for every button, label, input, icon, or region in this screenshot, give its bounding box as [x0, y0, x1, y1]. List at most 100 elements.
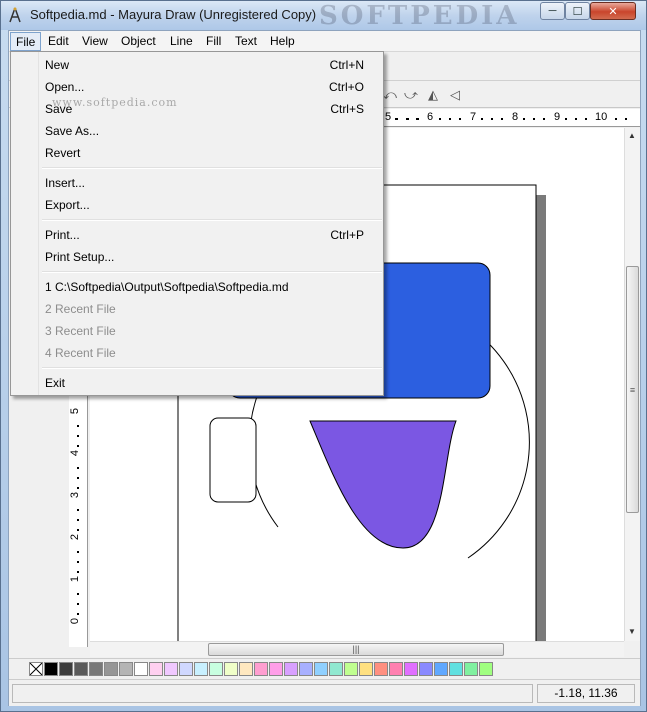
color-swatch[interactable] — [299, 662, 313, 676]
menu-item-label: Insert... — [45, 176, 86, 190]
menu-item-exit[interactable]: Exit — [13, 372, 381, 394]
menu-view[interactable]: View — [77, 32, 113, 51]
color-swatch[interactable] — [104, 662, 118, 676]
color-swatch[interactable] — [404, 662, 418, 676]
color-swatch[interactable] — [434, 662, 448, 676]
menu-help[interactable]: Help — [265, 32, 300, 51]
color-swatch[interactable] — [314, 662, 328, 676]
menu-edit[interactable]: Edit — [43, 32, 74, 51]
menu-item-label: Exit — [45, 376, 66, 390]
menu-item-label: 2 Recent File — [45, 302, 116, 316]
menu-object[interactable]: Object — [116, 32, 161, 51]
menu-separator — [42, 167, 382, 169]
ruler-label: 6 — [426, 111, 435, 123]
no-color-swatch[interactable] — [29, 662, 43, 676]
menu-item-shortcut: Ctrl+S — [330, 102, 364, 116]
color-swatch[interactable] — [344, 662, 358, 676]
menu-item-recent-4: 4 Recent File — [13, 342, 381, 364]
color-swatch[interactable] — [209, 662, 223, 676]
color-swatch[interactable] — [269, 662, 283, 676]
horizontal-scroll-thumb[interactable]: ||| — [208, 643, 504, 656]
compass-app-icon — [9, 7, 21, 23]
color-swatch[interactable] — [224, 662, 238, 676]
color-swatch[interactable] — [74, 662, 88, 676]
menu-item-open[interactable]: Open... Ctrl+O — [13, 76, 381, 98]
menu-item-insert[interactable]: Insert... — [13, 172, 381, 194]
menu-item-label: 1 C:\Softpedia\Output\Softpedia\Softpedi… — [45, 280, 289, 294]
rounded-rect-shape[interactable] — [209, 417, 257, 503]
menu-item-recent-1[interactable]: 1 C:\Softpedia\Output\Softpedia\Softpedi… — [13, 276, 381, 298]
menu-bar: File Edit View Object Line Fill Text Hel… — [9, 31, 640, 52]
menu-item-shortcut: Ctrl+O — [328, 80, 364, 94]
color-swatch[interactable] — [164, 662, 178, 676]
color-swatch[interactable] — [239, 662, 253, 676]
color-swatch[interactable] — [374, 662, 388, 676]
cursor-coordinates: -1.18, 11.36 — [537, 684, 635, 703]
color-swatch[interactable] — [44, 662, 58, 676]
watermark-text: SOFTPEDIA — [319, 1, 520, 31]
menu-item-revert[interactable]: Revert — [13, 142, 381, 164]
menu-item-label: Print... — [45, 228, 80, 242]
menu-item-label: Print Setup... — [45, 250, 115, 264]
window-title: Softpedia.md - Mayura Draw (Unregistered… — [30, 7, 317, 22]
color-swatch[interactable] — [479, 662, 493, 676]
minimize-button[interactable]: ─ — [540, 2, 565, 20]
title-bar[interactable]: Softpedia.md - Mayura Draw (Unregistered… — [1, 1, 646, 31]
menu-item-new[interactable]: New Ctrl+N — [13, 54, 381, 76]
vertical-scroll-thumb[interactable]: ≡ — [626, 266, 639, 513]
menu-file[interactable]: File — [10, 32, 42, 51]
scroll-down-icon[interactable]: ▼ — [628, 627, 636, 636]
menu-line[interactable]: Line — [165, 32, 198, 51]
menu-item-label: 4 Recent File — [45, 346, 116, 360]
menu-item-label: Revert — [45, 146, 81, 160]
color-swatch[interactable] — [359, 662, 373, 676]
rotate-right-icon[interactable]: ⤻ — [402, 87, 420, 103]
color-swatch[interactable] — [284, 662, 298, 676]
menu-item-print-setup[interactable]: Print Setup... — [13, 246, 381, 268]
ruler-label: 9 — [553, 111, 562, 123]
ruler-label: 5 — [69, 407, 82, 415]
menu-item-label: New — [45, 58, 70, 72]
color-swatch[interactable] — [389, 662, 403, 676]
menu-separator — [42, 367, 382, 369]
ruler-label: 4 — [69, 449, 82, 457]
flip-horizontal-icon[interactable]: ◭ — [424, 87, 442, 103]
color-swatch[interactable] — [419, 662, 433, 676]
menu-item-save-as[interactable]: Save As... — [13, 120, 381, 142]
menu-item-print[interactable]: Print... Ctrl+P — [13, 224, 381, 246]
color-swatch[interactable] — [329, 662, 343, 676]
color-swatch[interactable] — [134, 662, 148, 676]
app-window: Softpedia.md - Mayura Draw (Unregistered… — [0, 0, 647, 712]
close-button[interactable]: ✕ — [590, 2, 636, 20]
vertical-scrollbar[interactable]: ▲ ≡ ▼ — [624, 128, 640, 641]
horizontal-scrollbar[interactable]: ||| — [90, 641, 624, 657]
ruler-label: 8 — [511, 111, 520, 123]
menu-separator — [42, 271, 382, 273]
menu-item-shortcut: Ctrl+P — [330, 228, 364, 242]
scroll-up-icon[interactable]: ▲ — [628, 131, 636, 140]
menu-item-save[interactable]: Save Ctrl+S — [13, 98, 381, 120]
ruler-label: 10 — [594, 111, 609, 123]
menu-text[interactable]: Text — [230, 32, 262, 51]
color-swatch[interactable] — [119, 662, 133, 676]
color-swatch[interactable] — [464, 662, 478, 676]
color-swatch[interactable] — [254, 662, 268, 676]
menu-item-export[interactable]: Export... — [13, 194, 381, 216]
menu-item-label: Save — [45, 102, 73, 116]
menu-fill[interactable]: Fill — [201, 32, 226, 51]
menu-item-label: Export... — [45, 198, 90, 212]
status-bar: -1.18, 11.36 — [9, 679, 640, 706]
color-swatch[interactable] — [179, 662, 193, 676]
color-swatch[interactable] — [89, 662, 103, 676]
color-swatch[interactable] — [194, 662, 208, 676]
color-swatch[interactable] — [149, 662, 163, 676]
menu-item-label: Save As... — [45, 124, 100, 138]
menu-item-label: Open... — [45, 80, 85, 94]
flip-vertical-icon[interactable]: ◁ — [446, 87, 464, 103]
menu-item-label: 3 Recent File — [45, 324, 116, 338]
color-swatch[interactable] — [59, 662, 73, 676]
color-swatch[interactable] — [449, 662, 463, 676]
menu-separator — [42, 219, 382, 221]
ruler-label: 2 — [69, 533, 82, 541]
maximize-button[interactable]: ☐ — [565, 2, 590, 20]
